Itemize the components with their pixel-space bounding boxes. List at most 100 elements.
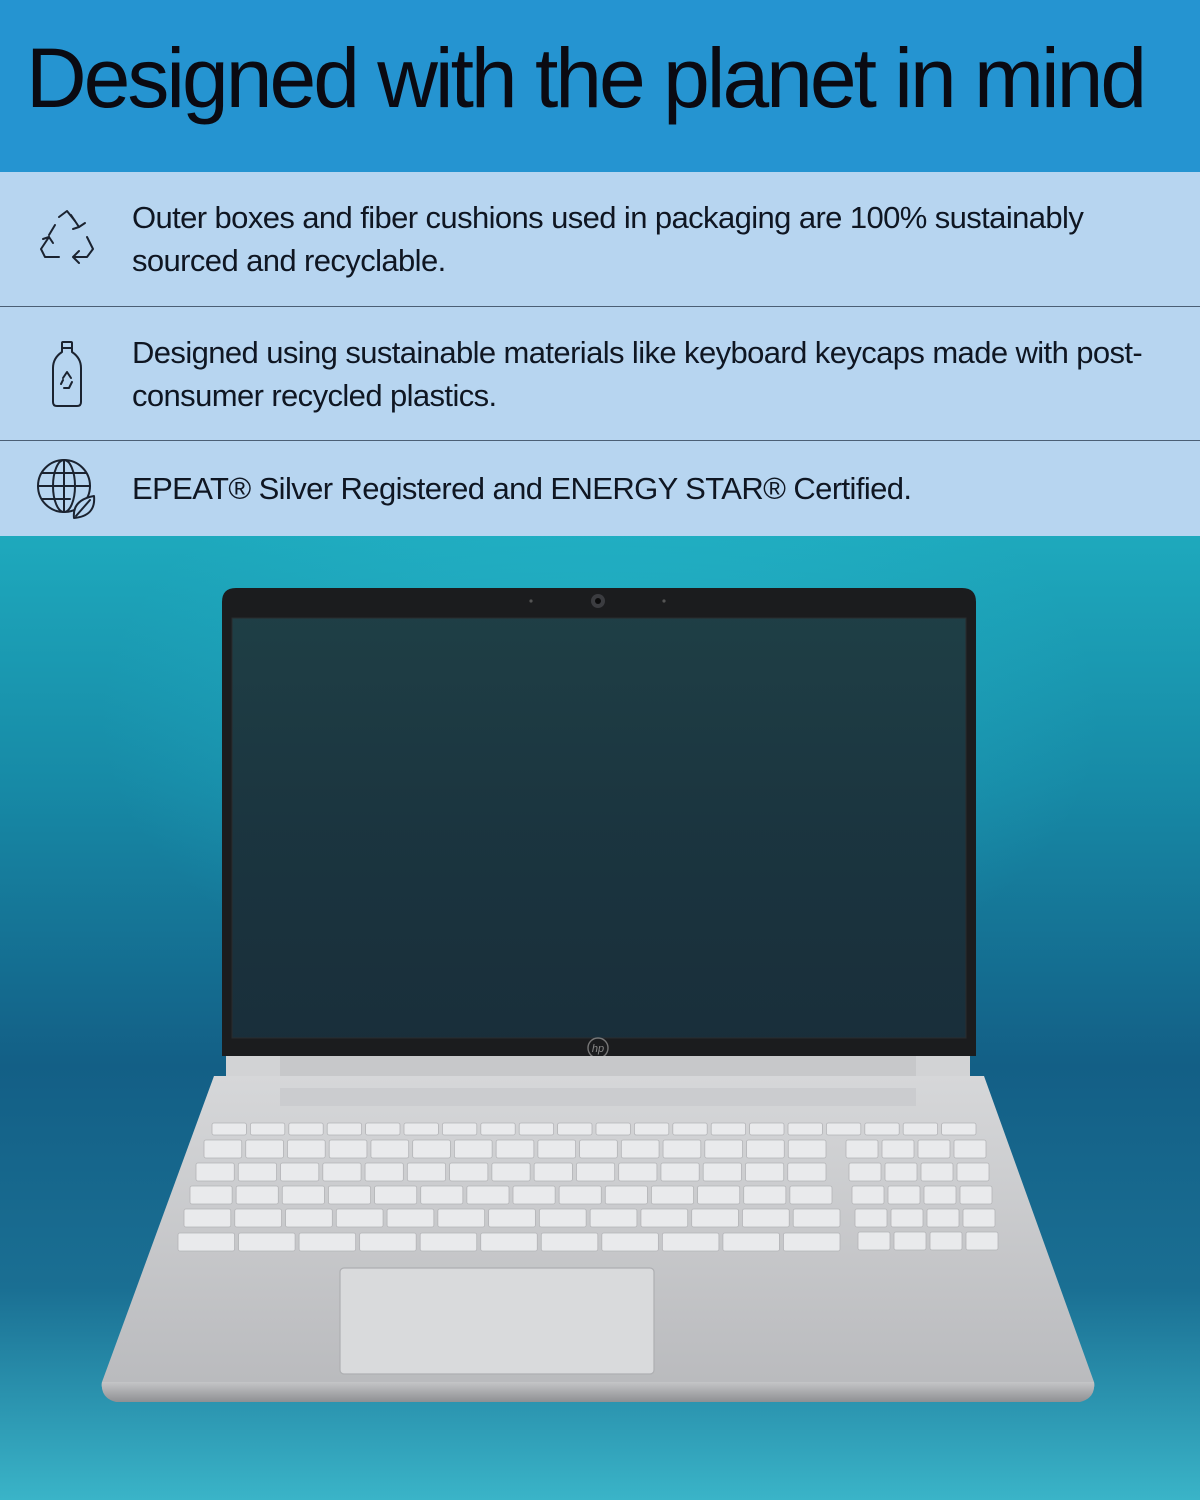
keycap — [335, 1208, 384, 1228]
keycap — [370, 1139, 410, 1159]
keycap — [538, 1208, 587, 1228]
keycap — [364, 1162, 404, 1182]
keycap — [864, 1122, 900, 1136]
page-title: Designed with the planet in mind — [26, 31, 1147, 125]
keycap — [288, 1122, 324, 1136]
keycap — [488, 1208, 536, 1228]
keycap — [589, 1208, 638, 1228]
numpad-key — [854, 1208, 888, 1228]
keycap — [183, 1208, 232, 1228]
keycap — [634, 1122, 670, 1136]
keycap — [787, 1122, 823, 1136]
keycap — [660, 1162, 700, 1182]
feature-row-certification: EPEAT® Silver Registered and ENERGY STAR… — [0, 441, 1200, 536]
keycap — [234, 1208, 282, 1228]
feature-row-packaging: Outer boxes and fiber cushions used in p… — [0, 172, 1200, 307]
keycap — [322, 1162, 362, 1182]
keycap — [238, 1232, 296, 1252]
numpad-key — [959, 1185, 993, 1205]
keycap — [453, 1139, 493, 1159]
recycle-icon — [34, 206, 100, 272]
keycap — [537, 1139, 576, 1159]
feature-text: EPEAT® Silver Registered and ENERGY STAR… — [132, 471, 912, 506]
numpad-key — [881, 1139, 915, 1159]
features-panel: Outer boxes and fiber cushions used in p… — [0, 172, 1200, 536]
keycap — [403, 1122, 439, 1136]
recycled-bottle-icon — [34, 340, 100, 407]
keycap — [287, 1139, 326, 1159]
svg-text:hp: hp — [592, 1043, 604, 1055]
keycap — [285, 1208, 333, 1228]
numpad-key — [953, 1139, 987, 1159]
feature-text: Outer boxes and fiber cushions used in p… — [132, 200, 1084, 278]
keycap — [618, 1162, 658, 1182]
keycap — [177, 1232, 235, 1252]
keycap — [941, 1122, 977, 1136]
keycap — [620, 1139, 660, 1159]
numpad-key — [890, 1208, 924, 1228]
numpad-key — [851, 1185, 885, 1205]
keycap — [512, 1185, 556, 1205]
numpad-key — [926, 1208, 960, 1228]
keycap — [419, 1232, 478, 1252]
feature-text: Designed using sustainable materials lik… — [132, 334, 1143, 413]
laptop-image: hp — [101, 588, 1095, 1402]
numpad-key — [929, 1231, 963, 1251]
keycap — [661, 1232, 720, 1252]
keycap — [449, 1162, 489, 1182]
keycap — [595, 1122, 631, 1136]
keycap — [604, 1185, 648, 1205]
keycap — [420, 1185, 464, 1205]
numpad-key — [965, 1231, 999, 1251]
keycap — [298, 1232, 357, 1252]
keycap — [365, 1122, 401, 1136]
keycap — [697, 1185, 741, 1205]
keycap — [579, 1139, 618, 1159]
keycap — [280, 1162, 320, 1182]
keycap — [691, 1208, 739, 1228]
keycap — [249, 1122, 286, 1136]
keycap — [902, 1122, 939, 1136]
keycap — [245, 1139, 284, 1159]
keycap — [495, 1139, 535, 1159]
keycap — [195, 1162, 235, 1182]
keycap — [651, 1185, 694, 1205]
keycap — [722, 1232, 780, 1252]
keycap — [601, 1232, 659, 1252]
keycap — [826, 1122, 862, 1136]
keycap — [749, 1122, 785, 1136]
keycap — [533, 1162, 573, 1182]
keycap — [441, 1122, 478, 1136]
globe-leaf-icon — [34, 456, 100, 522]
keycap — [540, 1232, 599, 1252]
ocean-background: hp — [0, 536, 1200, 1500]
numpad-key — [893, 1231, 927, 1251]
keycap — [662, 1139, 702, 1159]
keycap — [235, 1185, 279, 1205]
keycap — [406, 1162, 447, 1182]
keycap — [558, 1185, 602, 1205]
keycap — [704, 1139, 743, 1159]
numpad-key — [962, 1208, 996, 1228]
keycap — [480, 1122, 516, 1136]
keycap — [787, 1162, 827, 1182]
keycap — [189, 1185, 233, 1205]
keycap — [702, 1162, 742, 1182]
keycap — [743, 1185, 787, 1205]
keycap — [437, 1208, 486, 1228]
numpad-key — [923, 1185, 957, 1205]
keycap — [374, 1185, 418, 1205]
numpad-key — [887, 1185, 921, 1205]
keycap — [742, 1208, 790, 1228]
keycap — [576, 1162, 616, 1182]
keycap — [211, 1122, 247, 1136]
keycap — [480, 1232, 538, 1252]
numpad-key — [845, 1139, 879, 1159]
keycap — [640, 1208, 689, 1228]
keycap — [466, 1185, 510, 1205]
keycap — [491, 1162, 531, 1182]
keycap — [710, 1122, 747, 1136]
keycap — [203, 1139, 243, 1159]
keycap — [783, 1232, 841, 1252]
numpad-key — [857, 1231, 891, 1251]
